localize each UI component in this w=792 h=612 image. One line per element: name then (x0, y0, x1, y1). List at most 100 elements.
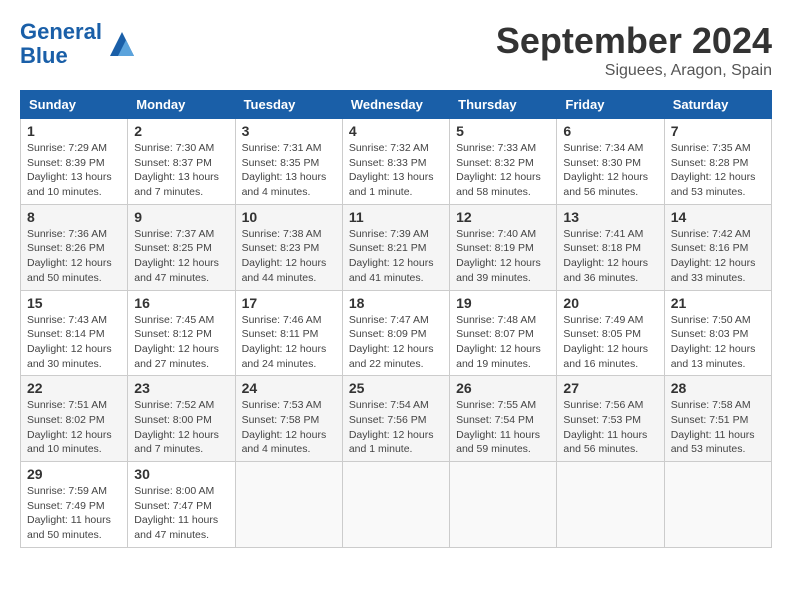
day-number: 25 (349, 380, 443, 396)
calendar-cell: 27Sunrise: 7:56 AMSunset: 7:53 PMDayligh… (557, 376, 664, 462)
calendar-cell: 13 Sunrise: 7:41 AMSunset: 8:18 PMDayligh… (557, 204, 664, 290)
calendar-week-row: 1Sunrise: 7:29 AMSunset: 8:39 PMDaylight… (21, 119, 772, 205)
col-wednesday: Wednesday (342, 91, 449, 119)
day-number: 5 (456, 123, 550, 139)
day-number: 26 (456, 380, 550, 396)
calendar-table: Sunday Monday Tuesday Wednesday Thursday… (20, 90, 772, 548)
day-info: Sunrise: 7:45 AMSunset: 8:12 PMDaylight:… (134, 313, 228, 372)
day-number: 8 (27, 209, 121, 225)
day-info: Sunrise: 7:32 AMSunset: 8:33 PMDaylight:… (349, 141, 443, 200)
calendar-cell: 19 Sunrise: 7:48 AMSunset: 8:07 PMDayligh… (450, 290, 557, 376)
calendar-cell: 2Sunrise: 7:30 AMSunset: 8:37 PMDaylight… (128, 119, 235, 205)
calendar-cell: 21 Sunrise: 7:50 AMSunset: 8:03 PMDayligh… (664, 290, 771, 376)
title-block: September 2024 Siguees, Aragon, Spain (496, 20, 772, 80)
day-info: Sunrise: 7:58 AMSunset: 7:51 PMDaylight:… (671, 398, 765, 457)
day-number: 28 (671, 380, 765, 396)
day-info: Sunrise: 7:39 AMSunset: 8:21 PMDaylight:… (349, 227, 443, 286)
logo: General Blue (20, 20, 138, 68)
day-info: Sunrise: 7:52 AMSunset: 8:00 PMDaylight:… (134, 398, 228, 457)
calendar-cell (557, 462, 664, 548)
day-info: Sunrise: 7:34 AMSunset: 8:30 PMDaylight:… (563, 141, 657, 200)
day-info: Sunrise: 7:37 AMSunset: 8:25 PMDaylight:… (134, 227, 228, 286)
day-number: 20 (563, 295, 657, 311)
day-number: 3 (242, 123, 336, 139)
calendar-cell: 20 Sunrise: 7:49 AMSunset: 8:05 PMDayligh… (557, 290, 664, 376)
calendar-cell: 11 Sunrise: 7:39 AMSunset: 8:21 PMDayligh… (342, 204, 449, 290)
day-info: Sunrise: 8:00 AMSunset: 7:47 PMDaylight:… (134, 484, 228, 543)
calendar-week-row: 22Sunrise: 7:51 AMSunset: 8:02 PMDayligh… (21, 376, 772, 462)
day-info: Sunrise: 7:51 AMSunset: 8:02 PMDaylight:… (27, 398, 121, 457)
page-header: General Blue September 2024 Siguees, Ara… (20, 20, 772, 80)
calendar-cell: 30 Sunrise: 8:00 AMSunset: 7:47 PMDayligh… (128, 462, 235, 548)
month-title: September 2024 (496, 20, 772, 62)
day-number: 13 (563, 209, 657, 225)
day-info: Sunrise: 7:35 AMSunset: 8:28 PMDaylight:… (671, 141, 765, 200)
location: Siguees, Aragon, Spain (496, 62, 772, 80)
day-number: 24 (242, 380, 336, 396)
calendar-cell: 9Sunrise: 7:37 AMSunset: 8:25 PMDaylight… (128, 204, 235, 290)
day-info: Sunrise: 7:48 AMSunset: 8:07 PMDaylight:… (456, 313, 550, 372)
col-thursday: Thursday (450, 91, 557, 119)
calendar-cell (664, 462, 771, 548)
day-info: Sunrise: 7:53 AMSunset: 7:58 PMDaylight:… (242, 398, 336, 457)
day-info: Sunrise: 7:54 AMSunset: 7:56 PMDaylight:… (349, 398, 443, 457)
day-number: 30 (134, 466, 228, 482)
calendar-cell: 16 Sunrise: 7:45 AMSunset: 8:12 PMDayligh… (128, 290, 235, 376)
calendar-cell: 28 Sunrise: 7:58 AMSunset: 7:51 PMDayligh… (664, 376, 771, 462)
day-info: Sunrise: 7:47 AMSunset: 8:09 PMDaylight:… (349, 313, 443, 372)
calendar-header-row: Sunday Monday Tuesday Wednesday Thursday… (21, 91, 772, 119)
calendar-cell (342, 462, 449, 548)
calendar-cell: 17 Sunrise: 7:46 AMSunset: 8:11 PMDayligh… (235, 290, 342, 376)
calendar-cell: 18 Sunrise: 7:47 AMSunset: 8:09 PMDayligh… (342, 290, 449, 376)
day-info: Sunrise: 7:30 AMSunset: 8:37 PMDaylight:… (134, 141, 228, 200)
day-number: 29 (27, 466, 121, 482)
day-info: Sunrise: 7:46 AMSunset: 8:11 PMDaylight:… (242, 313, 336, 372)
logo-text: General Blue (20, 20, 102, 68)
day-info: Sunrise: 7:49 AMSunset: 8:05 PMDaylight:… (563, 313, 657, 372)
calendar-cell (235, 462, 342, 548)
calendar-week-row: 29Sunrise: 7:59 AMSunset: 7:49 PMDayligh… (21, 462, 772, 548)
day-info: Sunrise: 7:43 AMSunset: 8:14 PMDaylight:… (27, 313, 121, 372)
day-info: Sunrise: 7:50 AMSunset: 8:03 PMDaylight:… (671, 313, 765, 372)
calendar-cell: 22Sunrise: 7:51 AMSunset: 8:02 PMDayligh… (21, 376, 128, 462)
day-info: Sunrise: 7:40 AMSunset: 8:19 PMDaylight:… (456, 227, 550, 286)
col-sunday: Sunday (21, 91, 128, 119)
calendar-cell: 24 Sunrise: 7:53 AMSunset: 7:58 PMDayligh… (235, 376, 342, 462)
day-info: Sunrise: 7:36 AMSunset: 8:26 PMDaylight:… (27, 227, 121, 286)
calendar-cell (450, 462, 557, 548)
day-number: 10 (242, 209, 336, 225)
calendar-cell: 8 Sunrise: 7:36 AMSunset: 8:26 PMDaylight… (21, 204, 128, 290)
logo-blue: Blue (20, 43, 68, 68)
day-info: Sunrise: 7:56 AMSunset: 7:53 PMDaylight:… (563, 398, 657, 457)
calendar-cell: 15 Sunrise: 7:43 AMSunset: 8:14 PMDayligh… (21, 290, 128, 376)
calendar-cell: 1Sunrise: 7:29 AMSunset: 8:39 PMDaylight… (21, 119, 128, 205)
day-number: 1 (27, 123, 121, 139)
day-info: Sunrise: 7:31 AMSunset: 8:35 PMDaylight:… (242, 141, 336, 200)
day-info: Sunrise: 7:55 AMSunset: 7:54 PMDaylight:… (456, 398, 550, 457)
day-number: 18 (349, 295, 443, 311)
calendar-cell: 29Sunrise: 7:59 AMSunset: 7:49 PMDayligh… (21, 462, 128, 548)
calendar-cell: 7Sunrise: 7:35 AMSunset: 8:28 PMDaylight… (664, 119, 771, 205)
calendar-week-row: 15 Sunrise: 7:43 AMSunset: 8:14 PMDayligh… (21, 290, 772, 376)
calendar-cell: 23 Sunrise: 7:52 AMSunset: 8:00 PMDayligh… (128, 376, 235, 462)
calendar-cell: 26 Sunrise: 7:55 AMSunset: 7:54 PMDayligh… (450, 376, 557, 462)
logo-icon (106, 28, 138, 60)
day-number: 23 (134, 380, 228, 396)
col-saturday: Saturday (664, 91, 771, 119)
day-number: 17 (242, 295, 336, 311)
day-number: 21 (671, 295, 765, 311)
day-number: 14 (671, 209, 765, 225)
day-number: 15 (27, 295, 121, 311)
day-number: 16 (134, 295, 228, 311)
calendar-cell: 10 Sunrise: 7:38 AMSunset: 8:23 PMDayligh… (235, 204, 342, 290)
calendar-cell: 14Sunrise: 7:42 AMSunset: 8:16 PMDayligh… (664, 204, 771, 290)
col-tuesday: Tuesday (235, 91, 342, 119)
day-info: Sunrise: 7:38 AMSunset: 8:23 PMDaylight:… (242, 227, 336, 286)
col-friday: Friday (557, 91, 664, 119)
day-number: 19 (456, 295, 550, 311)
calendar-cell: 5Sunrise: 7:33 AMSunset: 8:32 PMDaylight… (450, 119, 557, 205)
calendar-cell: 6Sunrise: 7:34 AMSunset: 8:30 PMDaylight… (557, 119, 664, 205)
calendar-cell: 12Sunrise: 7:40 AMSunset: 8:19 PMDayligh… (450, 204, 557, 290)
day-number: 11 (349, 209, 443, 225)
day-info: Sunrise: 7:41 AMSunset: 8:18 PMDaylight:… (563, 227, 657, 286)
